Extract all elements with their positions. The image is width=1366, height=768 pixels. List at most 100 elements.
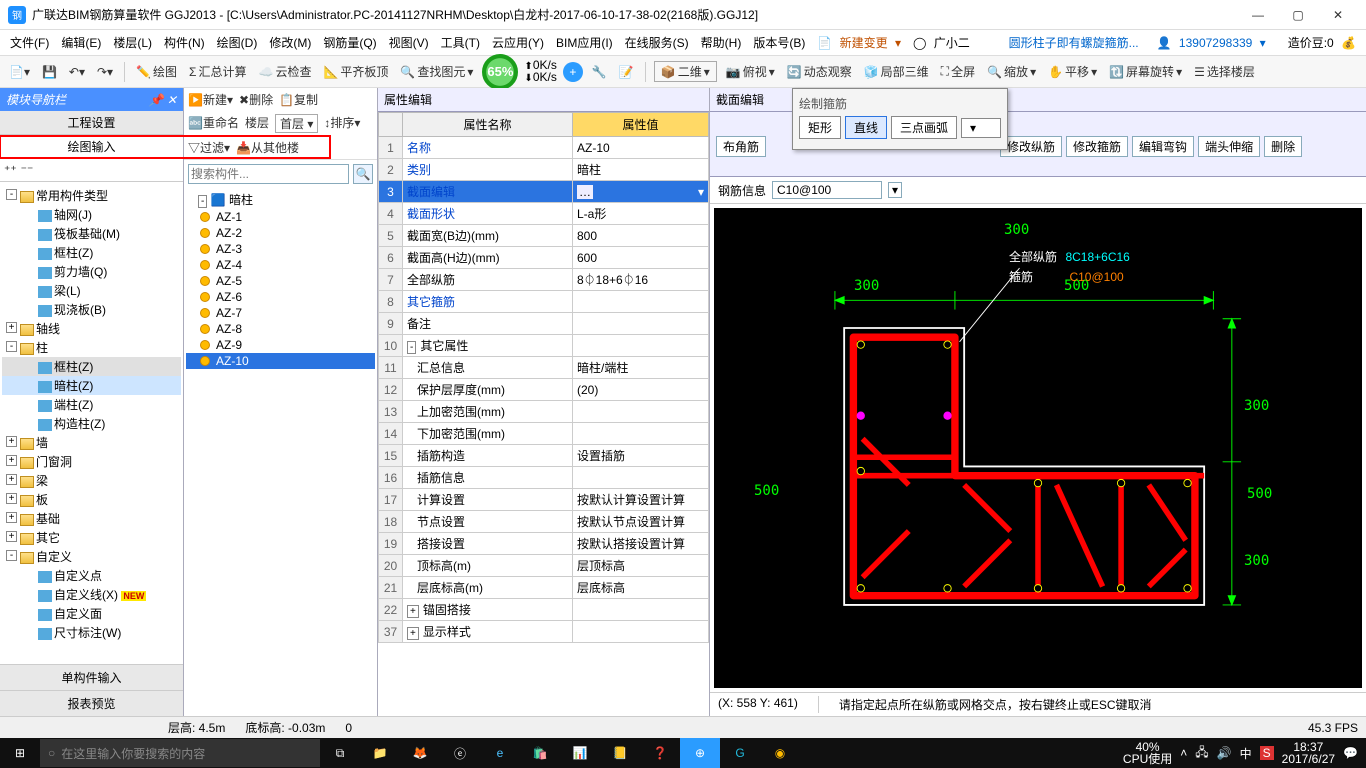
tray-notif-icon[interactable]: 💬	[1343, 746, 1358, 760]
undo-button[interactable]: ↶▾	[66, 65, 88, 79]
nav-collapse-button[interactable]: ⁻⁻	[21, 163, 34, 177]
tools-button[interactable]: 🔧	[589, 65, 610, 79]
flatten-button[interactable]: 📐平齐板顶	[320, 63, 391, 80]
dyn-view-button[interactable]: 🔄动态观察	[784, 63, 855, 80]
prop-row[interactable]: 18 节点设置按默认节点设置计算	[379, 511, 709, 533]
tray-net-icon[interactable]: 🖧	[1195, 743, 1208, 764]
tree-item[interactable]: +基础	[2, 509, 181, 528]
comp-item[interactable]: AZ-7	[186, 305, 375, 321]
shape-color-button[interactable]: ▾	[961, 118, 1001, 138]
tree-item[interactable]: 框柱(Z)	[2, 357, 181, 376]
prop-row[interactable]: 16 插筋信息	[379, 467, 709, 489]
tree-item[interactable]: +梁	[2, 471, 181, 490]
prop-row[interactable]: 7全部纵筋8⏀18+6⏀16	[379, 269, 709, 291]
user-alt[interactable]: ◯ 广小二	[909, 32, 978, 53]
comp-item[interactable]: AZ-1	[186, 209, 375, 225]
tree-item[interactable]: 自定义点	[2, 566, 181, 585]
phone-link[interactable]: 👤 13907298339 ▾	[1153, 34, 1270, 52]
tb-app6[interactable]: 📊	[560, 738, 600, 768]
report-preview-button[interactable]: 报表预览	[0, 690, 183, 716]
tree-item[interactable]: 筏板基础(M)	[2, 224, 181, 243]
tree-item[interactable]: -自定义	[2, 547, 181, 566]
tb-app2[interactable]: 🦊	[400, 738, 440, 768]
comp-item[interactable]: AZ-4	[186, 257, 375, 273]
menu-file[interactable]: 文件(F)	[6, 32, 53, 53]
menu-rebar[interactable]: 钢筋量(Q)	[319, 32, 380, 53]
prop-row[interactable]: 12 保护层厚度(mm)(20)	[379, 379, 709, 401]
tree-item[interactable]: 框柱(Z)	[2, 243, 181, 262]
tree-item[interactable]: +墙	[2, 433, 181, 452]
tray-ime-icon[interactable]: 中	[1240, 745, 1252, 762]
new-change-btn[interactable]: 📄 新建变更 ▾	[813, 32, 905, 53]
search-input[interactable]	[188, 164, 349, 184]
prop-row[interactable]: 13 上加密范围(mm)	[379, 401, 709, 423]
cloud-check-button[interactable]: ☁️云检查	[255, 63, 314, 80]
tab-edit-hook[interactable]: 编辑弯钩	[1132, 136, 1194, 157]
menu-component[interactable]: 构件(N)	[160, 32, 209, 53]
tb-app10[interactable]: G	[720, 738, 760, 768]
shape-rect-button[interactable]: 矩形	[799, 116, 841, 139]
single-comp-button[interactable]: 单构件输入	[0, 664, 183, 690]
from-other-button[interactable]: 📥从其他楼	[236, 139, 299, 156]
rebar-info-input[interactable]	[772, 181, 882, 199]
screen-rotate-button[interactable]: 🔃屏幕旋转 ▾	[1106, 63, 1185, 80]
menu-help[interactable]: 帮助(H)	[697, 32, 746, 53]
comp-item[interactable]: AZ-3	[186, 241, 375, 257]
pin-icon[interactable]: 📌 ✕	[149, 93, 177, 107]
menu-edit[interactable]: 编辑(E)	[57, 32, 105, 53]
new-file-button[interactable]: 📄▾	[6, 65, 33, 79]
comp-item[interactable]: AZ-9	[186, 337, 375, 353]
menu-modify[interactable]: 修改(M)	[265, 32, 315, 53]
prop-row[interactable]: 6截面高(H边)(mm)600	[379, 247, 709, 269]
start-button[interactable]: ⊞	[0, 738, 40, 768]
tb-app9[interactable]: ⊕	[680, 738, 720, 768]
tree-item[interactable]: -常用构件类型	[2, 186, 181, 205]
prop-row[interactable]: 11 汇总信息暗柱/端柱	[379, 357, 709, 379]
tray-up-icon[interactable]: ˄	[1180, 746, 1187, 760]
menu-cloud[interactable]: 云应用(Y)	[488, 32, 548, 53]
draw-input-tab[interactable]: 绘图输入	[0, 135, 183, 159]
tree-item[interactable]: 梁(L)	[2, 281, 181, 300]
tree-item[interactable]: -柱	[2, 338, 181, 357]
delete-component-button[interactable]: ✖删除	[239, 91, 273, 108]
tab-mod-long[interactable]: 修改纵筋	[1000, 136, 1062, 157]
filter-button[interactable]: ▽过滤▾	[188, 139, 230, 156]
prop-row[interactable]: 3截面编辑… ▾	[379, 181, 709, 203]
menu-view[interactable]: 视图(V)	[385, 32, 433, 53]
tip-link[interactable]: 圆形柱子即有螺旋箍筋...	[1005, 32, 1143, 53]
tab-end-ext[interactable]: 端头伸缩	[1198, 136, 1260, 157]
comp-item[interactable]: AZ-2	[186, 225, 375, 241]
tree-item[interactable]: +板	[2, 490, 181, 509]
prop-row[interactable]: 22+锚固搭接	[379, 599, 709, 621]
find-img-button[interactable]: 🔍查找图元 ▾	[397, 63, 476, 80]
menu-draw[interactable]: 绘图(D)	[213, 32, 262, 53]
shape-line-button[interactable]: 直线	[845, 116, 887, 139]
tb-app11[interactable]: ◉	[760, 738, 800, 768]
bird-view-button[interactable]: 📷俯视 ▾	[723, 63, 778, 80]
fullscreen-button[interactable]: ⛶全屏	[938, 63, 978, 80]
search-button[interactable]: 🔍	[353, 164, 373, 184]
tree-item[interactable]: +其它	[2, 528, 181, 547]
zoom-button[interactable]: 🔍缩放 ▾	[984, 63, 1039, 80]
copy-component-button[interactable]: 📋复制	[279, 91, 318, 108]
tree-item[interactable]: +门窗洞	[2, 452, 181, 471]
tb-app4[interactable]: e	[480, 738, 520, 768]
menu-version[interactable]: 版本号(B)	[749, 32, 809, 53]
menu-online[interactable]: 在线服务(S)	[621, 32, 693, 53]
task-view-button[interactable]: ⧉	[320, 738, 360, 768]
tree-item[interactable]: 尺寸标注(W)	[2, 623, 181, 642]
draw-button[interactable]: ✏️绘图	[133, 63, 180, 80]
tb-app3[interactable]: ⓔ	[440, 738, 480, 768]
local3d-button[interactable]: 🧊局部三维	[861, 63, 932, 80]
tray-ime2-icon[interactable]: S	[1260, 746, 1274, 760]
tab-delete[interactable]: 删除	[1264, 136, 1302, 157]
tree-item[interactable]: 轴网(J)	[2, 205, 181, 224]
sum-button[interactable]: Σ 汇总计算	[186, 63, 249, 80]
tree-item[interactable]: 暗柱(Z)	[2, 376, 181, 395]
prop-row[interactable]: 5截面宽(B边)(mm)800	[379, 225, 709, 247]
tree-item[interactable]: 自定义线(X) NEW	[2, 585, 181, 604]
tb-app8[interactable]: ❓	[640, 738, 680, 768]
pan-button[interactable]: ✋平移 ▾	[1045, 63, 1100, 80]
rebar-info-dropdown[interactable]: ▾	[888, 182, 902, 198]
tb-app1[interactable]: 📁	[360, 738, 400, 768]
